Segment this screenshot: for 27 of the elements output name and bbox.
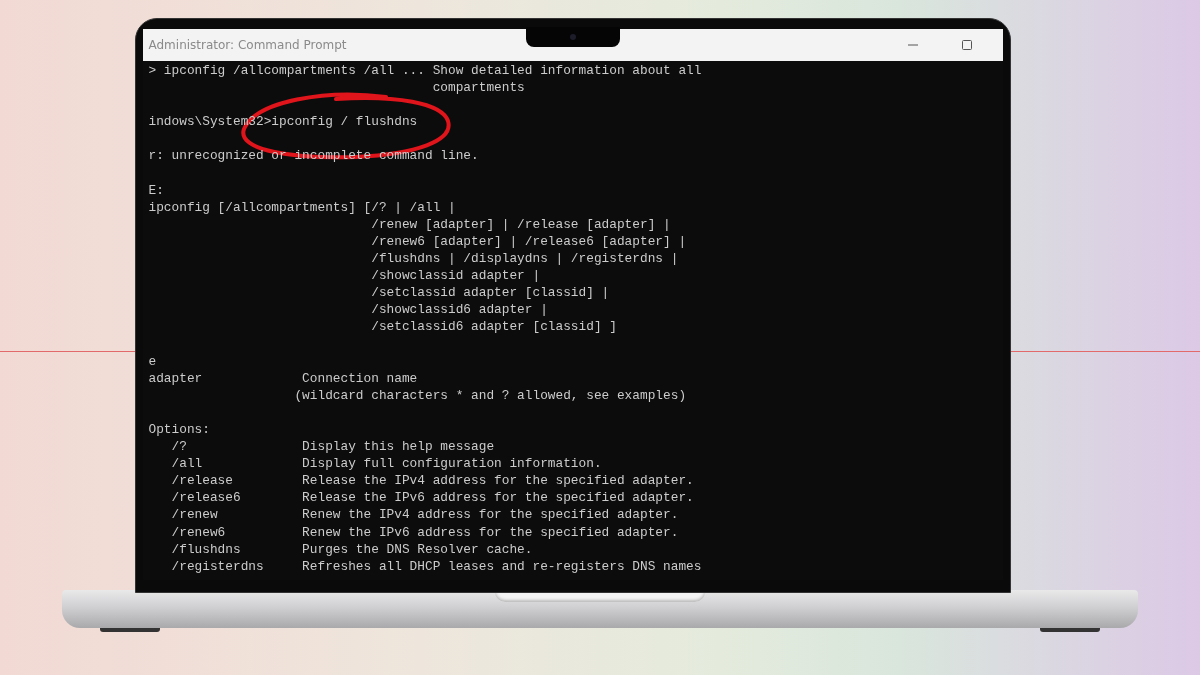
console-line: Options: — [148, 421, 210, 437]
console-line: /setclassid adapter [classid] | — [370, 285, 610, 301]
console-line: adapter Connection name — [148, 370, 418, 386]
console-line: /flushdns Purges the DNS Resolver cache. — [170, 541, 533, 557]
console-line: /release Release the IPv4 address for the specified adapter. — [170, 473, 694, 489]
laptop-foot — [100, 628, 160, 632]
laptop-foot — [1040, 628, 1100, 632]
console-line: /flushdns | /displaydns | /registerdns | — [370, 251, 679, 267]
console-line: /registerdns Refreshes all DHCP leases and re-registers DNS names — [170, 558, 702, 574]
window-title: Administrator: Command Prompt — [148, 38, 347, 52]
console-line: /renew6 Renew the IPv6 address for the specified adapter. — [170, 524, 679, 540]
console-line: > ipconfig /allcompartments /all ... Show detailed information about all — [148, 63, 702, 78]
console-line: e — [148, 353, 157, 369]
console-line: /showclassid6 adapter | — [370, 302, 548, 318]
console-line: /release6 Release the IPv6 address for the specified adapter. — [170, 490, 694, 506]
console-line: /showclassid adapter | — [370, 268, 541, 284]
console-line: /renew Renew the IPv4 address for the specified adapter. — [170, 507, 679, 523]
console-line: /setclassid6 adapter [classid] ] — [370, 319, 617, 335]
maximize-icon — [960, 39, 973, 51]
console-line: E: — [148, 182, 164, 198]
console-line: /? Display this help message — [170, 439, 495, 455]
console-line: /renew [adapter] | /release [adapter] | — [370, 216, 671, 232]
console-line: (wildcard characters * and ? allowed, see examples) — [293, 387, 687, 403]
console-line: /renew6 [adapter] | /release6 [adapter] | — [370, 233, 687, 249]
console-line: ipconfig [/allcompartments] [/? | /all | — [148, 199, 456, 215]
console-line: /all Display full configuration information. — [170, 456, 602, 472]
console-line: compartments — [431, 80, 525, 96]
